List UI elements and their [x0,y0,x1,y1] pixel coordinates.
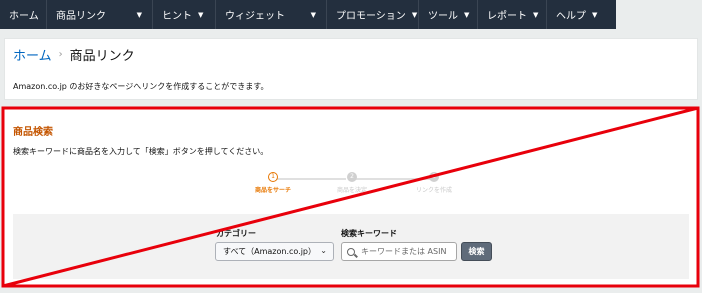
nav-item-home[interactable]: ホーム [0,0,47,29]
progress-stepper: 1 商品をサーチ 2 商品を決定 3 リンクを作成 [236,172,456,202]
nav-item-help[interactable]: ヘルプ ▼ [547,0,616,29]
nav-item-product-links[interactable]: 商品リンク ▼ [47,0,153,29]
step-create-link: 3 リンクを作成 [394,172,474,194]
caret-down-icon: ▼ [411,10,418,19]
step-label: 商品を決定 [336,187,367,194]
nav-item-label: ツール [428,11,458,22]
keyword-label: 検索キーワード [341,229,397,238]
product-search-panel: 商品検索 検索キーワードに商品名を入力して「検索」ボタンを押してください。 1 … [4,108,698,286]
caret-down-icon: ▼ [592,10,598,19]
nav-item-hints[interactable]: ヒント ▼ [153,0,216,29]
nav-item-widgets[interactable]: ウィジェット ▼ [216,0,327,29]
chevron-down-icon: ⌄ [320,246,327,255]
step-label: リンクを作成 [415,187,452,194]
search-icon [347,247,355,256]
nav-item-tools[interactable]: ツール ▼ [419,0,478,29]
nav-item-label: レポート [487,11,527,22]
nav-item-label: ウィジェット [225,11,285,22]
step-label: 商品をサーチ [254,187,291,194]
nav-item-reports[interactable]: レポート ▼ [478,0,547,29]
top-nav-bar: ホーム 商品リンク ▼ ヒント ▼ ウィジェット ▼ プロモーション ▼ ツール… [0,0,616,29]
search-button[interactable]: 検索 [461,242,492,261]
nav-item-promotions[interactable]: プロモーション ▼ [327,0,419,29]
nav-item-label: 商品リンク [56,11,106,22]
category-selected-value: すべて（Amazon.co.jp） [223,247,316,256]
breadcrumb-home-link[interactable]: ホーム [13,45,52,64]
caret-down-icon: ▼ [198,10,204,19]
caret-down-icon: ▼ [310,10,316,19]
step-number: 3 [429,172,439,182]
breadcrumb-separator-icon: › [58,49,63,60]
step-search-product: 1 商品をサーチ [233,172,313,194]
page-header-panel: ホーム › 商品リンク Amazon.co.jp のお好きなページへリンクを作成… [4,38,698,100]
search-instructions: 検索キーワードに商品名を入力して「検索」ボタンを押してください。 [13,147,269,156]
nav-item-label: ホーム [9,11,39,22]
step-number: 2 [347,172,357,182]
nav-item-label: ヒント [162,11,192,22]
caret-down-icon: ▼ [533,10,539,19]
caret-down-icon: ▼ [464,10,470,19]
keyword-input[interactable] [361,247,456,256]
intro-text: Amazon.co.jp のお好きなページへリンクを作成することができます。 [13,82,269,91]
search-form: カテゴリー 検索キーワード すべて（Amazon.co.jp） ⌄ 検索 [13,214,689,279]
category-select[interactable]: すべて（Amazon.co.jp） ⌄ [215,242,334,261]
caret-down-icon: ▼ [136,10,142,19]
nav-item-label: プロモーション [336,11,406,22]
step-number: 1 [268,172,278,182]
page-title: 商品リンク [69,49,135,64]
step-select-product: 2 商品を決定 [312,172,392,194]
nav-item-label: ヘルプ [556,11,586,22]
breadcrumb: ホーム › 商品リンク [13,45,135,64]
section-title: 商品検索 [13,127,53,138]
category-label: カテゴリー [216,229,256,238]
keyword-input-wrapper[interactable] [341,242,457,261]
